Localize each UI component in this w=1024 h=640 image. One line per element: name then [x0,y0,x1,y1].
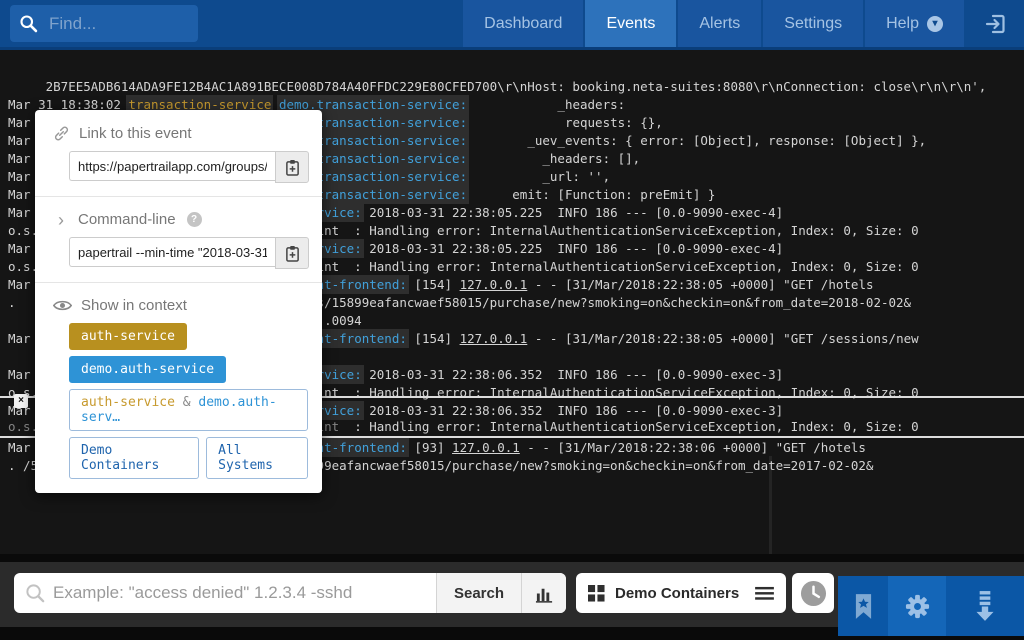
group-selector-label: Demo Containers [615,585,745,602]
combo-sender-label: auth-service [81,395,175,410]
log-text: requests: {}, [467,115,663,130]
link-section-title: Link to this event [79,125,192,142]
event-link-input[interactable] [69,151,275,181]
link-section: Link to this event [35,123,322,183]
context-section-title: Show in context [81,297,187,314]
ip-link[interactable]: 127.0.0.1 [452,440,520,455]
eye-icon [53,299,72,312]
log-text: 2018-03-31 22:38:05.225 INFO 186 --- [0.… [362,241,783,256]
log-text: 2B7EE5ADB614ADA9FE12B4AC1A891BECE008D784… [8,79,986,94]
download-icon [972,590,998,622]
help-label: Help [886,15,919,33]
search-icon [24,582,47,605]
find-box[interactable] [10,5,198,42]
copy-command-button[interactable] [275,237,309,269]
grid-icon [588,585,605,602]
log-text: - - [31/Mar/2018:22:38:06 +0000] "GET /h… [520,440,866,455]
combo-amp-label: & [175,395,198,410]
log-text: 2018-03-31 22:38:06.352 INFO 186 --- [0.… [362,403,783,418]
context-sender-button[interactable]: auth-service [69,323,187,350]
bottom-bar-region: Search Demo Containers [0,554,1024,640]
action-panel [838,576,1024,636]
tab-alerts[interactable]: Alerts [678,0,761,47]
log-text: _headers: [], [467,151,640,166]
log-text: - - [31/Mar/2018:22:38:05 +0000] "GET /h… [527,277,873,292]
log-line[interactable]: 2B7EE5ADB614ADA9FE12B4AC1A891BECE008D784… [8,78,986,96]
context-sender-and-program-button[interactable]: auth-service & demo.auth-serv… [69,389,308,431]
command-line-input[interactable] [69,237,275,267]
ip-link[interactable]: 127.0.0.1 [460,331,528,346]
search-icon [18,13,39,34]
event-search-input[interactable] [51,573,436,613]
log-text: 2018-03-31 22:38:05.225 INFO 186 --- [0.… [362,205,783,220]
log-text: 2018-03-31 22:38:06.352 INFO 186 --- [0.… [362,367,783,382]
bottom-bar: Search Demo Containers [0,562,1024,627]
tab-events[interactable]: Events [585,0,676,47]
group-selector[interactable]: Demo Containers [576,573,786,613]
find-input[interactable] [47,13,171,35]
chevron-down-icon: ▾ [927,16,943,32]
link-icon [53,125,70,142]
top-nav: Dashboard Events Alerts Settings Help ▾ [0,0,1024,50]
command-line-title: Command-line [78,211,176,228]
clipboard-icon [285,245,300,262]
chevron-right-icon: › [53,213,69,227]
bookmark-icon [854,594,873,619]
bookmark-button[interactable] [838,576,888,636]
command-line-section: › Command-line ? [35,209,322,269]
nav-spacer [198,0,463,47]
download-events-button[interactable] [946,576,1024,636]
tab-dashboard[interactable]: Dashboard [463,0,583,47]
search-group: Search [14,573,566,613]
log-text: _url: '', [467,169,610,184]
log-text: emit: [Function: preEmit] } [467,187,715,202]
list-menu-icon [755,586,774,601]
search-button[interactable]: Search [436,573,521,613]
popup-divider [35,196,322,197]
close-selected-event-icon[interactable]: × [14,394,28,408]
log-text: - - [31/Mar/2018:22:38:05 +0000] "GET /s… [527,331,918,346]
clock-icon [800,580,827,607]
help-question-icon[interactable]: ? [187,212,202,227]
popup-divider [35,282,322,283]
context-section: Show in context auth-service demo.auth-s… [35,295,322,479]
clipboard-icon [285,159,300,176]
log-text: _uev_events: { error: [Object], response… [467,133,926,148]
log-text: [154] [407,277,460,292]
copy-link-button[interactable] [275,151,309,183]
log-text: : Handling error: InternalAuthentication… [339,419,918,434]
graph-button[interactable] [521,573,566,613]
ip-link[interactable]: 127.0.0.1 [460,277,528,292]
context-program-button[interactable]: demo.auth-service [69,356,226,383]
time-jump-button[interactable] [792,573,834,613]
settings-button[interactable] [888,576,946,636]
log-text: [154] [407,331,460,346]
tab-help[interactable]: Help ▾ [865,0,964,47]
context-all-systems-button[interactable]: All Systems [206,437,308,479]
bar-chart-icon [535,584,554,603]
log-text: [93] [407,440,452,455]
exit-icon [984,12,1008,36]
logout-button[interactable] [966,0,1024,47]
log-text: _headers: [467,97,625,112]
gear-icon [904,593,931,620]
context-group-button[interactable]: Demo Containers [69,437,199,479]
event-popup: Link to this event › Command-line ? [35,110,322,493]
tab-settings[interactable]: Settings [763,0,863,47]
nav-tabs: Dashboard Events Alerts Settings Help ▾ [463,0,1024,47]
